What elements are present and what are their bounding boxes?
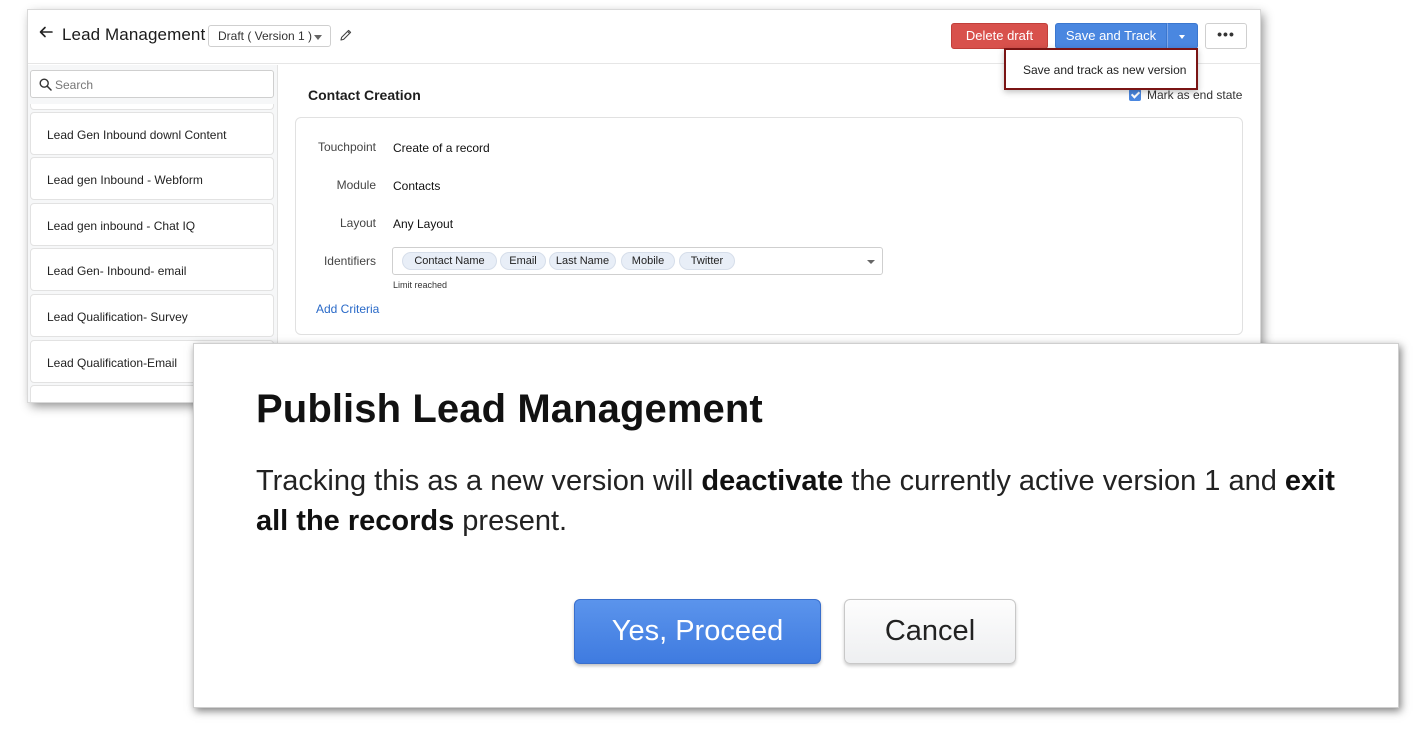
more-options-button[interactable]: ••• (1205, 23, 1247, 49)
dialog-text-bold: deactivate (701, 465, 844, 497)
section-title: Contact Creation (308, 87, 421, 103)
limit-reached-text: Limit reached (393, 280, 448, 290)
version-select[interactable]: Draft ( Version 1 ) (208, 25, 331, 47)
identifier-tag[interactable]: Mobile (621, 252, 675, 270)
identifier-tag[interactable]: Contact Name (402, 252, 497, 270)
list-item[interactable]: Lead gen inbound - Chat IQ (30, 203, 274, 246)
dialog-message: Tracking this as a new version will deac… (256, 461, 1336, 541)
save-as-new-version-option[interactable]: Save and track as new version (1004, 48, 1198, 90)
add-criteria-link[interactable]: Add Criteria (316, 302, 379, 316)
criteria-card: Touchpoint Create of a record Module Con… (295, 117, 1243, 335)
mark-as-end-state[interactable]: Mark as end state (1129, 88, 1242, 102)
dialog-text: the currently active version 1 and (843, 465, 1285, 497)
touchpoint-label: Touchpoint (317, 140, 376, 154)
search-input[interactable] (55, 75, 265, 94)
module-value: Contacts (393, 179, 441, 193)
save-and-track-button[interactable]: Save and Track (1055, 23, 1167, 49)
pencil-icon[interactable] (339, 28, 353, 42)
ellipsis-icon: ••• (1217, 26, 1235, 42)
chevron-down-icon (867, 260, 875, 264)
save-options-toggle[interactable] (1167, 23, 1198, 49)
module-label: Module (336, 178, 376, 192)
identifier-tag[interactable]: Twitter (679, 252, 735, 270)
list-item[interactable]: Lead Gen Inbound downl Content (30, 112, 274, 155)
version-select-value: Draft ( Version 1 ) (218, 29, 313, 43)
identifier-tag[interactable]: Last Name (549, 252, 616, 270)
list-item-partial (30, 104, 274, 110)
identifier-tag[interactable]: Email (500, 252, 546, 270)
page-title: Lead Management (62, 25, 206, 44)
search-box (30, 70, 274, 98)
chevron-down-icon (1179, 35, 1185, 39)
delete-draft-button[interactable]: Delete draft (951, 23, 1048, 49)
identifiers-label: Identifiers (323, 254, 376, 268)
end-state-label: Mark as end state (1147, 88, 1243, 102)
yes-proceed-button[interactable]: Yes, Proceed (574, 599, 821, 664)
publish-dialog: Publish Lead Management Tracking this as… (193, 343, 1399, 708)
dialog-text: present. (454, 505, 568, 537)
back-arrow-icon[interactable] (38, 24, 54, 40)
chevron-down-icon (314, 35, 322, 40)
list-item[interactable]: Lead Qualification- Survey (30, 294, 274, 337)
checkbox-checked-icon[interactable] (1129, 89, 1141, 101)
dialog-title: Publish Lead Management (256, 387, 763, 431)
identifiers-select[interactable]: Contact Name Email Last Name Mobile Twit… (392, 247, 883, 275)
layout-value: Any Layout (393, 217, 454, 231)
search-icon (39, 78, 52, 91)
cancel-button[interactable]: Cancel (844, 599, 1016, 664)
dialog-text: Tracking this as a new version will (256, 465, 702, 497)
list-item[interactable]: Lead gen Inbound - Webform (30, 157, 274, 200)
list-item[interactable]: Lead Gen- Inbound- email (30, 248, 274, 291)
layout-label: Layout (339, 216, 376, 230)
touchpoint-value: Create of a record (393, 141, 490, 155)
